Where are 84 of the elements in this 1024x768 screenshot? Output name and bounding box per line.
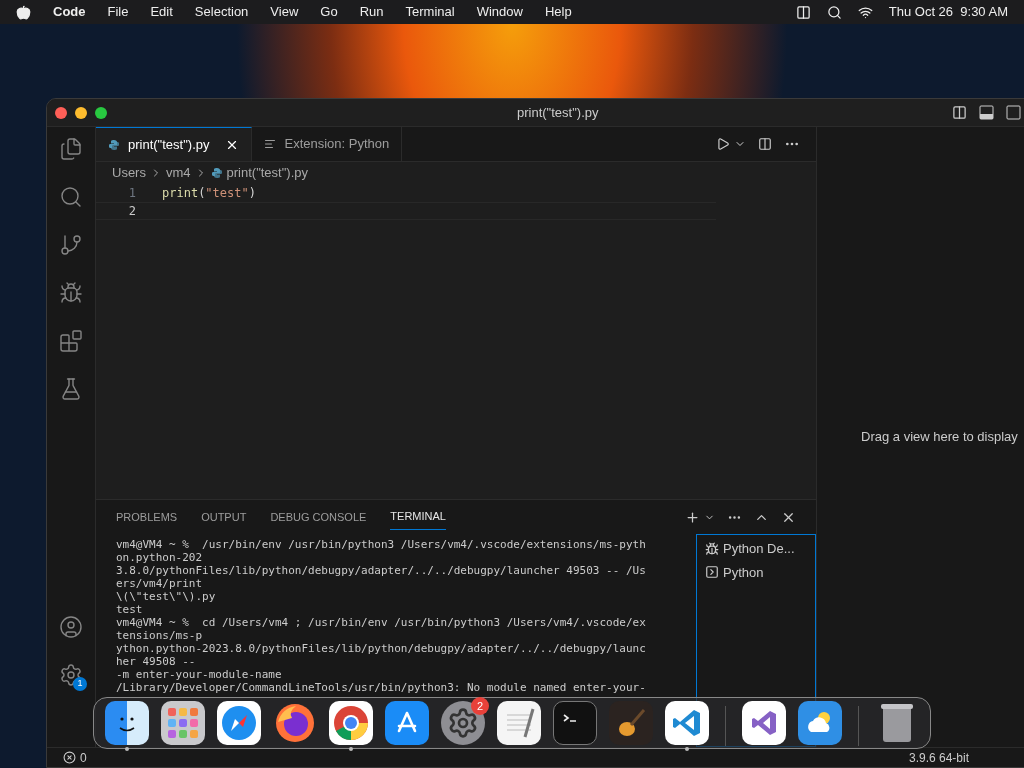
window-title: print("test").py bbox=[517, 103, 599, 122]
plus-icon[interactable] bbox=[685, 509, 700, 525]
running-indicator bbox=[685, 747, 689, 751]
terminal-line: vm4@VM4 ~ % cd /Users/vm4 ; /usr/bin/env /usr/bin/python3 /Users/vm4/.vscode/ex bbox=[116, 616, 647, 629]
line-number: 2 bbox=[127, 203, 136, 220]
clock: Thu Oct 26 9:30 AM bbox=[888, 3, 1008, 22]
code-token: ) bbox=[248, 185, 256, 202]
terminal-session[interactable]: Python De... bbox=[705, 539, 807, 559]
compass-app-icon[interactable] bbox=[217, 701, 261, 745]
account-icon[interactable] bbox=[59, 615, 83, 639]
flask-icon[interactable] bbox=[59, 377, 83, 401]
drop-hint: Drag a view here to display bbox=[861, 428, 1018, 447]
editor-tab[interactable]: print("test").py bbox=[96, 127, 253, 161]
apple-logo-icon[interactable] bbox=[16, 4, 31, 20]
menu-item[interactable]: Window bbox=[476, 2, 523, 22]
terminal-line: tensions/ms-p bbox=[116, 629, 204, 642]
terminal-line: -m enter-your-module-name bbox=[116, 668, 283, 681]
menu-item[interactable]: File bbox=[107, 2, 129, 22]
python-version[interactable]: 3.9.6 64-bit bbox=[908, 748, 969, 767]
menu-item[interactable]: Terminal bbox=[405, 2, 455, 22]
terminal-session[interactable]: Python bbox=[705, 562, 807, 582]
python-file-icon bbox=[108, 138, 120, 151]
search-icon[interactable] bbox=[826, 4, 842, 20]
code-token: ( bbox=[198, 185, 206, 202]
code-editor-app-icon[interactable] bbox=[665, 701, 709, 745]
code-token: print bbox=[162, 185, 199, 202]
smiling-face-app-icon[interactable] bbox=[105, 701, 149, 745]
python-file-icon bbox=[210, 167, 223, 179]
layout-split-icon[interactable] bbox=[952, 105, 967, 120]
run-icon[interactable] bbox=[716, 137, 730, 151]
app-menu[interactable]: Code bbox=[53, 2, 86, 22]
terminal-line: ers/vm4/print bbox=[116, 577, 204, 590]
breadcrumb[interactable]: print("test").py bbox=[226, 163, 308, 183]
terminal-line: \(\"test\"\).py bbox=[116, 590, 217, 603]
app-grid-icon[interactable] bbox=[161, 701, 205, 745]
menu-item[interactable]: Help bbox=[544, 2, 572, 22]
circle-logo-app-icon[interactable] bbox=[329, 701, 373, 745]
terminal-line: on.python-202 bbox=[116, 551, 204, 564]
branch-icon[interactable] bbox=[59, 233, 83, 257]
terminal-line: vm4@VM4 ~ % /usr/bin/env /usr/bin/python3 /Users/vm4/.vscode/extensions/ms-pyth bbox=[116, 538, 647, 551]
notepad-pen-app-icon[interactable] bbox=[497, 701, 541, 745]
close-button[interactable] bbox=[55, 106, 67, 119]
notification-badge: 1 bbox=[73, 677, 87, 691]
menu-item[interactable]: Run bbox=[359, 2, 384, 22]
panel-tab[interactable]: TERMINAL bbox=[390, 504, 446, 530]
terminal-line: test bbox=[116, 603, 144, 616]
terminal-line: ython.python-2023.8.0/pythonFiles/lib/python/debugpy/adapter/../../debugpy/launc bbox=[116, 642, 647, 655]
error-icon[interactable] bbox=[63, 751, 76, 764]
cloud-sun-app-icon[interactable] bbox=[798, 701, 842, 745]
document-lines-icon bbox=[264, 138, 277, 150]
blocks-icon[interactable] bbox=[59, 329, 83, 353]
minimize-button[interactable] bbox=[75, 106, 87, 119]
running-indicator bbox=[125, 747, 129, 751]
running-indicator bbox=[349, 747, 353, 751]
terminal-line: 3.8.0/pythonFiles/lib/python/debugpy/adapter/../../debugpy/launcher 49503 -- /Us bbox=[116, 564, 647, 577]
zoom-button[interactable] bbox=[95, 106, 107, 119]
menu-item[interactable]: Go bbox=[320, 2, 338, 22]
gear-app-icon[interactable] bbox=[441, 701, 485, 745]
editor-tab[interactable]: Extension: Python bbox=[252, 127, 403, 161]
menu-item[interactable]: Selection bbox=[194, 2, 249, 22]
code-token: "test" bbox=[205, 185, 249, 202]
split-editor-icon[interactable] bbox=[758, 137, 772, 151]
settings-icon[interactable] bbox=[59, 663, 83, 687]
terminal-line: /Library/Developer/CommandLineTools/usr/bin/python3: No module named enter-your- bbox=[116, 681, 647, 694]
problems-count[interactable]: 0 bbox=[80, 748, 87, 767]
layout-sidebar-icon[interactable] bbox=[1006, 105, 1021, 120]
window-overview-icon[interactable] bbox=[795, 4, 811, 20]
files-icon[interactable] bbox=[59, 137, 83, 161]
terminal-app-icon[interactable] bbox=[553, 701, 597, 745]
bug-icon[interactable] bbox=[59, 281, 83, 305]
terminal-line: her 49508 -- bbox=[116, 655, 197, 668]
panel-tab[interactable]: PROBLEMS bbox=[116, 504, 178, 530]
breadcrumb[interactable]: vm4 bbox=[165, 163, 191, 183]
bug-icon bbox=[705, 541, 719, 556]
terminal-icon bbox=[705, 565, 719, 580]
panel-tab[interactable]: DEBUG CONSOLE bbox=[270, 504, 367, 530]
menu-item[interactable]: Edit bbox=[150, 2, 173, 22]
panel-tab[interactable]: OUTPUT bbox=[201, 504, 247, 530]
breadcrumb[interactable]: Users bbox=[112, 163, 146, 183]
line-number: 1 bbox=[127, 185, 136, 202]
menu-item[interactable]: View bbox=[270, 2, 299, 22]
letter-a-app-icon[interactable] bbox=[385, 701, 429, 745]
notification-badge: 2 bbox=[471, 697, 489, 715]
layout-panel-icon[interactable] bbox=[979, 105, 994, 120]
